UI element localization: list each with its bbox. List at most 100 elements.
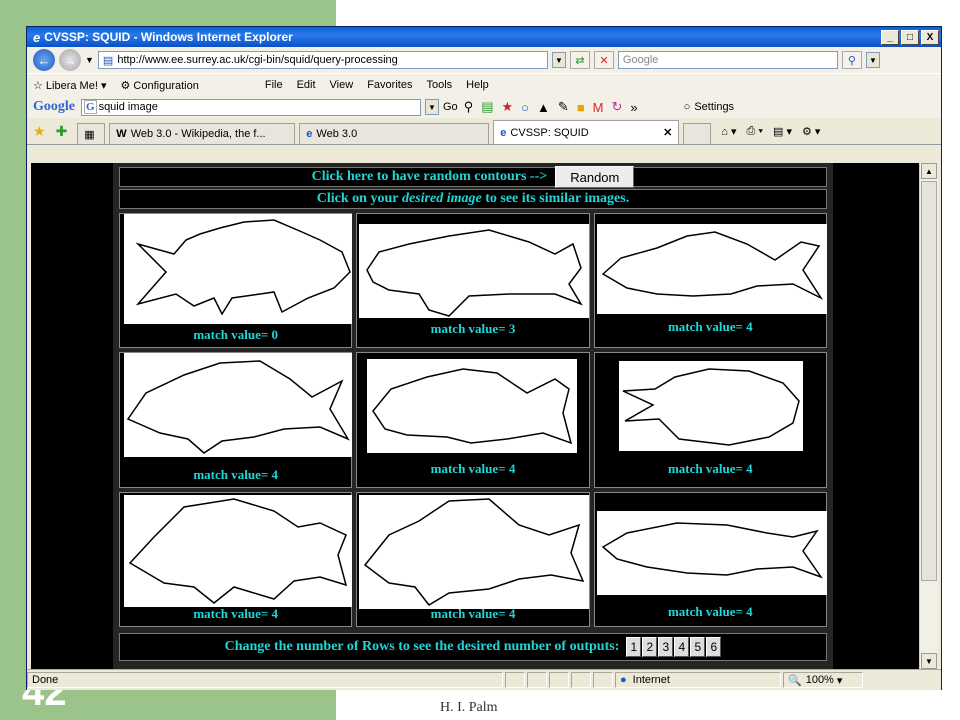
fish-contour-icon [364,497,585,606]
gadgets-icon[interactable]: ■ [577,100,585,115]
match-value: match value= 4 [430,460,516,476]
fish-image[interactable] [596,510,827,595]
slide-footer: H. I. Palm [440,700,498,715]
forward-button[interactable]: → [59,49,81,71]
result-cell[interactable]: match value= 3 [356,213,590,349]
bookmark-icon[interactable]: ★ [502,99,514,115]
fish-image[interactable] [124,353,352,458]
row-button-1[interactable]: 1 [626,637,642,657]
google-search-input[interactable]: Gsquid image [81,98,421,116]
scroll-down-icon[interactable]: ▼ [921,653,937,669]
instruction-pre: Click on your [316,191,399,206]
result-cell[interactable]: match value= 4 [593,352,827,488]
search-dropdown-icon[interactable]: ▼ [865,52,880,68]
fish-image[interactable] [124,494,352,607]
tab-cvssp[interactable]: e CVSSP: SQUID ✕ [493,120,680,144]
fish-image[interactable] [359,494,590,609]
back-button[interactable]: ← [33,49,55,71]
instruction-emphasis: desired image [401,191,482,206]
refresh-icon[interactable]: ⇄ [569,51,590,69]
result-cell[interactable]: match value= 4 [593,213,827,349]
title-bar: e CVSSP: SQUID - Windows Internet Explor… [27,27,941,47]
fish-image[interactable] [359,224,590,318]
random-bar: Click here to have random contours --> R… [119,166,827,188]
result-cell[interactable]: match value= 4 [119,352,353,488]
fish-image[interactable] [618,361,803,452]
menu-view[interactable]: View [330,79,354,91]
new-tab-button[interactable] [683,123,712,144]
quick-tabs-button[interactable]: ▦ [77,123,106,144]
scholar-icon[interactable]: ▲ [537,100,550,115]
result-cell[interactable]: match value= 0 [119,213,353,349]
random-button[interactable]: Random [555,166,635,188]
print-icon[interactable]: ⎙ ▾ [747,125,763,138]
pen-icon[interactable]: ✎ [558,99,569,115]
history-dropdown-icon[interactable]: ▼ [85,55,94,65]
menu-file[interactable]: File [265,79,283,91]
google-g-icon: G [84,100,97,114]
vertical-scrollbar[interactable]: ▲ ▼ [919,163,938,669]
result-cell[interactable]: match value= 4 [593,491,827,627]
row-button-5[interactable]: 5 [690,637,706,657]
google-go-button[interactable]: Go [443,101,458,113]
result-cell[interactable]: match value= 4 [356,352,590,488]
stop-icon[interactable]: ✕ [593,51,614,69]
search-input[interactable]: Google [617,51,838,69]
scroll-up-icon[interactable]: ▲ [921,163,937,179]
row-button-2[interactable]: 2 [642,637,658,657]
fish-contour-icon [366,229,584,317]
fish-contour-icon [601,521,823,579]
fish-contour-icon [128,497,348,604]
minimize-button[interactable]: _ [881,29,899,45]
tab-wikipedia[interactable]: W Web 3.0 - Wikipedia, the f... [109,123,296,144]
address-url: http://www.ee.surrey.ac.uk/cgi-bin/squid… [117,54,398,66]
address-dropdown-icon[interactable]: ▼ [551,52,566,68]
status-cell [549,672,569,688]
libera-label: Libera Me! [45,79,98,92]
add-favorites-icon[interactable]: ✚ [56,123,68,140]
favorites-star-icon[interactable]: ★ [33,123,46,140]
status-cell [505,672,525,688]
menu-edit[interactable]: Edit [297,79,316,91]
page-menu-icon[interactable]: ▤ ▾ [773,125,792,138]
tab-close-icon[interactable]: ✕ [653,126,672,139]
zoom-control[interactable]: 🔍 100% ▾ [783,672,863,688]
search-placeholder: Google [622,54,659,66]
address-bar[interactable]: ▤ http://www.ee.surrey.ac.uk/cgi-bin/squ… [97,51,548,69]
news-icon[interactable]: ▤ [481,99,493,115]
home-icon[interactable]: ⌂ ▾ [721,125,736,138]
settings-icon[interactable]: ○ [684,101,691,113]
match-value: match value= 0 [193,327,278,343]
google-dropdown-icon[interactable]: ▼ [425,99,439,115]
magnifier-icon[interactable]: ⚲ [464,99,474,115]
fish-image[interactable] [596,224,827,314]
squid-page: Click here to have random contours --> R… [113,163,833,669]
search-icon[interactable]: ⚲ [841,51,862,69]
row-button-4[interactable]: 4 [674,637,690,657]
tab-web3[interactable]: e Web 3.0 [299,123,490,144]
close-button[interactable]: X [921,29,939,45]
menu-tools[interactable]: Tools [426,79,452,91]
fish-contour-icon [601,231,823,300]
fish-image[interactable] [124,214,352,324]
globe-icon[interactable]: ○ [521,100,529,115]
maximize-button[interactable]: □ [901,29,919,45]
settings-button[interactable]: Settings [694,101,734,113]
tools-gear-icon[interactable]: ⚙ ▾ [802,125,820,138]
configuration-link[interactable]: ⚙ Configuration [120,79,198,92]
menu-help[interactable]: Help [466,79,489,91]
libera-link[interactable]: ☆ Libera Me! ▾ [33,79,106,92]
reader-icon[interactable]: ↻ [612,99,623,115]
scroll-thumb[interactable] [921,181,937,581]
window-title: CVSSP: SQUID - Windows Internet Explorer [44,30,293,44]
row-button-6[interactable]: 6 [706,637,722,657]
fish-image[interactable] [367,359,578,454]
result-cell[interactable]: match value= 4 [119,491,353,627]
more-chevron-icon[interactable]: » [630,100,637,115]
gmail-icon[interactable]: M [593,100,604,115]
menu-favorites[interactable]: Favorites [367,79,412,91]
match-value: match value= 4 [193,605,278,621]
row-button-3[interactable]: 3 [658,637,674,657]
result-cell[interactable]: match value= 4 [356,491,590,627]
tab-label: CVSSP: SQUID [510,126,589,139]
